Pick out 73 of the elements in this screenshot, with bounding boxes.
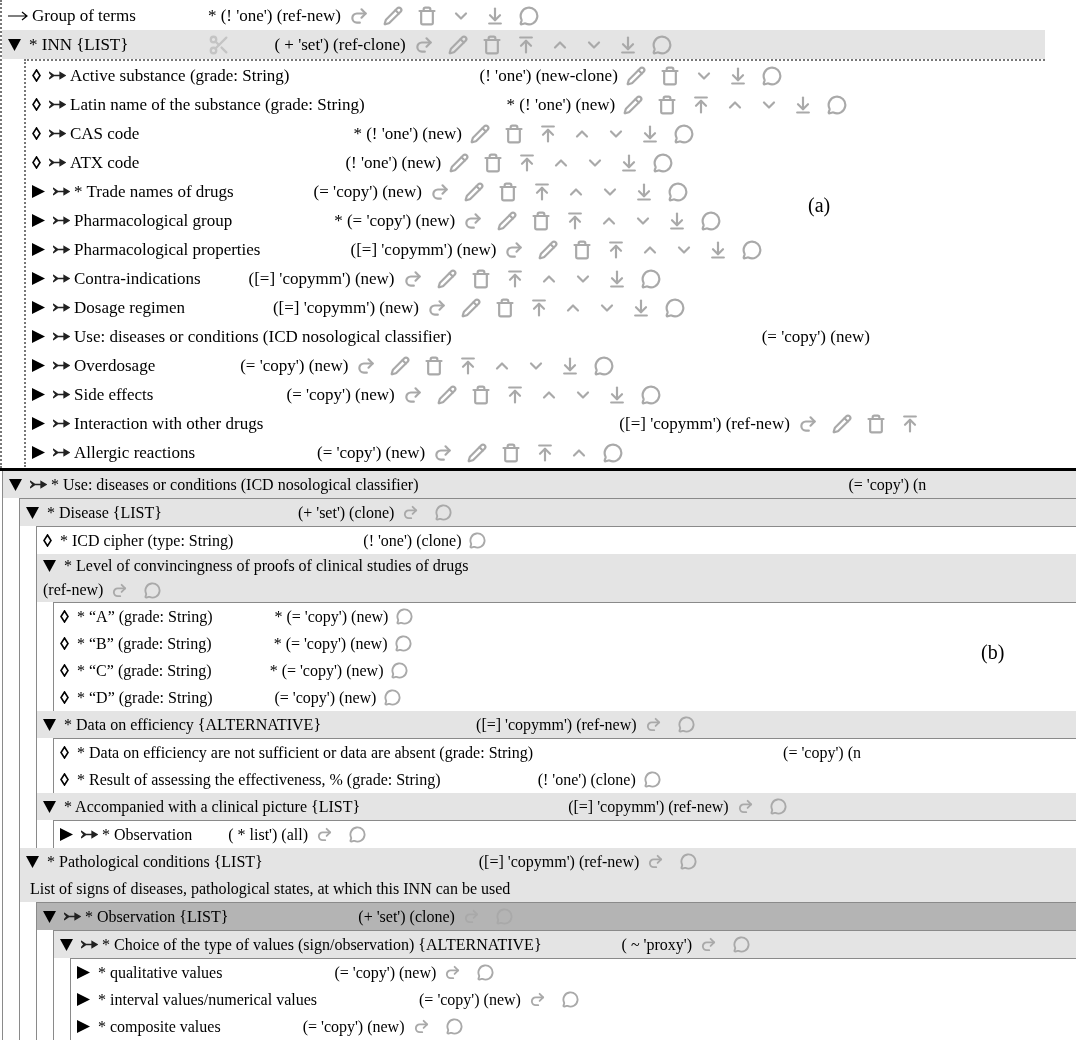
node-annotation: (= 'copy') (new) [761,325,870,348]
node-label: * Observation {LIST} [85,906,229,927]
node-annotation: ([=] 'copymm') (ref-new) [568,796,729,818]
node-label: Pharmacological properties [74,238,261,261]
node-annotation: (! 'one') (new-clone) [479,64,618,87]
node-annotation: ([=] 'copymm') (new) [272,296,419,319]
node-label: * interval values/numerical values [98,989,318,1010]
node-label: Use: diseases or conditions (ICD nosological classifier) [74,325,452,348]
node-label: Latin name of the substance (grade: String) [70,93,365,116]
node-annotation: (ref-new) [43,580,104,601]
node-label: * “A” (grade: String) [77,606,213,628]
node-annotation: (= 'copy') (new) [334,962,437,984]
node-label: Interaction with other drugs [74,412,264,435]
node-label: * “B” (grade: String) [77,633,212,655]
node-label: Dosage regimen [74,296,185,319]
node-annotation: (= 'copy') (new) [286,383,395,406]
node-annotation: (= 'copy') (new) [274,687,377,709]
node-label: * qualitative values [98,962,223,984]
node-annotation: * (= 'copy') (new) [274,606,389,628]
node-label: * Pathological conditions {LIST} [47,851,263,873]
node-annotation: * (! 'one') (ref-new) [207,4,341,27]
node-annotation: (= 'copy') (new) [302,1016,405,1038]
node-annotation: * (! 'one') (new) [353,122,462,145]
node-annotation: * (= 'copy') (new) [334,209,456,232]
node-description: List of signs of diseases, pathological states, at which this INN can be used [20,875,1076,902]
node-label: Side effects [74,383,154,406]
node-label: * INN {LIST} [29,33,129,56]
node-annotation: (= 'copy') (new) [240,354,349,377]
node-annotation: ( * list') (all) [228,824,308,846]
node-label: * Result of assessing the effectiveness, % (grade: String) [77,769,441,791]
node-annotation: (+ 'set') (clone) [358,906,455,928]
node-label: * ICD cipher (type: String) [60,530,234,552]
node-label: Overdosage [74,354,156,377]
node-annotation: ([=] 'copymm') (ref-new) [478,851,640,873]
node-annotation: (= 'copy') (new) [317,441,426,464]
node-annotation: ([=] 'copymm') (new) [350,238,497,261]
node-annotation: (! 'one') (new) [345,151,442,174]
node-label: * Data on efficiency {ALTERNATIVE} [64,714,322,736]
node-label: * Disease {LIST} [47,502,162,523]
node-label: * Data on efficiency are not sufficient or data are absent (grade: String) [77,742,534,764]
node-label: Pharmacological group [74,209,233,232]
node-label: Group of terms [32,4,136,27]
node-annotation: ([=] 'copymm') (ref-new) [619,412,790,435]
node-label: Allergic reactions [74,441,195,464]
figure-label: (b) [981,640,1005,666]
node-annotation: ( ~ 'proxy') [621,934,692,956]
node-annotation: (! 'one') (clone) [537,769,636,791]
node-label: Contra-indications [74,267,201,290]
node-annotation: ( + 'set') (ref-clone) [274,33,406,56]
node-label: ATX code [70,151,140,174]
node-annotation: * (= 'copy') (new) [273,633,388,655]
node-label: * Level of convincingness of proofs of clinical studies of drugs [64,556,469,577]
node-annotation: (= 'copy') (new) [419,989,521,1011]
node-label: * “C” (grade: String) [77,660,212,682]
node-label: CAS code [70,122,140,145]
node-label: * “D” (grade: String) [77,687,213,709]
node-label: Active substance (grade: String) [70,64,290,87]
node-annotation: (= 'copy') (n [783,742,861,764]
node-label: * Choice of the type of values (sign/observation) {ALTERNATIVE} [102,934,542,956]
node-label: * Use: diseases or conditions (ICD nosological classifier) [51,474,419,496]
node-annotation: (= 'copy') (n [848,474,927,496]
node-annotation: * (! 'one') (new) [506,93,616,116]
figure-label: (a) [808,193,831,219]
node-label: * Observation [102,824,193,845]
node-label: * composite values [98,1016,221,1038]
node-annotation: (= 'copy') (new) [313,180,422,203]
node-label: * Accompanied with a clinical picture {LIST} [64,796,361,818]
node-annotation: ([=] 'copymm') (ref-new) [476,714,637,736]
node-annotation: * (= 'copy') (new) [269,660,384,682]
node-annotation: (! 'one') (clone) [363,530,462,552]
node-annotation: ([=] 'copymm') (new) [248,267,395,290]
node-label: * Trade names of drugs [74,180,234,203]
node-annotation: (+ 'set') (clone) [297,502,395,524]
